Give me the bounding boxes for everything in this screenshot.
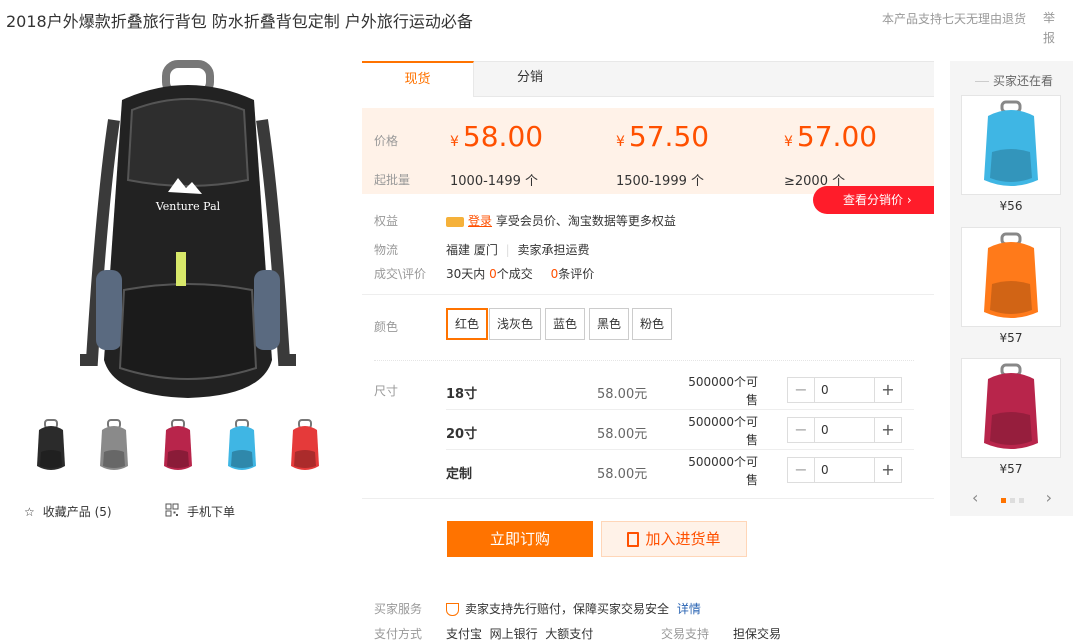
- service-detail-link[interactable]: 详情: [677, 602, 701, 616]
- chevron-right-icon[interactable]: ›: [1046, 488, 1052, 507]
- tier-price-1: ¥58.00: [450, 120, 544, 153]
- color-option-black[interactable]: 黑色: [589, 308, 630, 340]
- divider: [446, 409, 914, 410]
- size-price: 58.00元: [597, 387, 648, 402]
- quantity-stepper: − 0 +: [787, 417, 902, 443]
- return-policy-note: 本产品支持七天无理由退货: [882, 12, 1027, 26]
- tier-price-3: ¥57.00: [784, 120, 878, 153]
- divider: [362, 498, 934, 499]
- favorite-label: 收藏产品 (5): [42, 505, 112, 519]
- size-name: 18寸: [446, 387, 478, 402]
- recommended-product-price: ¥57: [999, 462, 1023, 476]
- divider: [374, 360, 914, 361]
- product-title: 2018户外爆款折叠旅行背包 防水折叠背包定制 户外旅行运动必备: [6, 12, 473, 31]
- recommended-product-image[interactable]: [961, 227, 1061, 327]
- color-option-blue[interactable]: 蓝色: [545, 308, 586, 340]
- logistics-value: 福建 厦门 | 卖家承担运费: [446, 243, 590, 257]
- price-panel: 价格 起批量 ¥58.00 ¥57.50 ¥57.00 1000-1499 个 …: [362, 108, 934, 194]
- tier-range-1: 1000-1499 个: [450, 174, 538, 189]
- divider: [362, 294, 934, 295]
- recommended-product-image[interactable]: [961, 358, 1061, 458]
- rights-label: 权益: [374, 214, 399, 228]
- view-distribution-price-button[interactable]: 查看分销价 ›: [813, 186, 934, 214]
- thumbnail-image[interactable]: [285, 418, 325, 474]
- brand-logo-text: Venture Pal: [155, 200, 221, 213]
- size-stock: 500000个可售: [688, 455, 758, 487]
- increment-button[interactable]: +: [875, 418, 901, 442]
- rights-value: 登录 享受会员价、淘宝数据等更多权益: [446, 212, 676, 229]
- buyer-service-value: 卖家支持先行赔付，保障买家交易安全 详情: [446, 600, 701, 617]
- size-price: 58.00元: [597, 467, 648, 482]
- deals-label: 成交\评价: [374, 267, 427, 281]
- price-label: 价格: [374, 134, 399, 148]
- pager-dot-active[interactable]: [1000, 498, 1006, 503]
- size-name: 定制: [446, 467, 473, 482]
- login-link[interactable]: 登录: [468, 214, 492, 228]
- decrement-button[interactable]: −: [788, 418, 814, 442]
- decrement-button[interactable]: −: [788, 378, 814, 402]
- decrement-button[interactable]: −: [788, 458, 814, 482]
- size-stock: 500000个可售: [688, 375, 758, 407]
- payment-label: 支付方式: [374, 627, 423, 641]
- mobile-order-button[interactable]: 手机下单: [165, 503, 235, 520]
- tab-distribution[interactable]: 分销: [474, 61, 586, 97]
- pager-dot[interactable]: [1018, 498, 1024, 503]
- logistics-origin: 福建 厦门: [446, 243, 498, 257]
- thumbnail-image[interactable]: [158, 418, 198, 474]
- pager-dot[interactable]: [1009, 498, 1015, 503]
- clipboard-icon: [627, 532, 640, 547]
- chevron-left-icon[interactable]: ‹: [972, 488, 978, 507]
- quantity-input[interactable]: 0: [814, 418, 875, 442]
- thumbnail-image[interactable]: [94, 418, 134, 474]
- quantity-stepper: − 0 +: [787, 457, 902, 483]
- quantity-input[interactable]: 0: [814, 378, 875, 402]
- color-option-pink[interactable]: 粉色: [632, 308, 673, 340]
- size-stock: 500000个可售: [688, 415, 758, 447]
- size-label: 尺寸: [374, 384, 399, 398]
- tab-spot[interactable]: 现货: [362, 61, 474, 97]
- add-to-purchase-list-button[interactable]: 加入进货单: [601, 521, 747, 557]
- tier-range-2: 1500-1999 个: [616, 174, 704, 189]
- deals-value: 30天内 0个成交 0条评价: [446, 267, 595, 281]
- sidebar-pager: ‹ ›: [972, 488, 1052, 507]
- color-option-red[interactable]: 红色: [446, 308, 489, 340]
- divider: [446, 449, 914, 450]
- offer-tabs: 现货 分销: [362, 61, 934, 97]
- logistics-freight: 卖家承担运费: [517, 243, 590, 257]
- mobile-order-label: 手机下单: [187, 505, 236, 519]
- trade-support-label: 交易支持: [661, 627, 710, 641]
- main-product-image[interactable]: Venture Pal: [62, 60, 314, 402]
- size-name: 20寸: [446, 427, 478, 442]
- quantity-input[interactable]: 0: [814, 458, 875, 482]
- moq-label: 起批量: [374, 173, 411, 187]
- recommended-product-image[interactable]: [961, 95, 1061, 195]
- quantity-stepper: − 0 +: [787, 377, 902, 403]
- star-icon: ☆: [24, 504, 35, 519]
- thumbnail-image[interactable]: [31, 418, 71, 474]
- report-link[interactable]: 举报: [1043, 8, 1059, 48]
- shield-icon: [446, 603, 459, 616]
- trade-support-value: 担保交易: [733, 627, 782, 641]
- vip-badge-icon: [446, 216, 464, 227]
- tier-price-2: ¥57.50: [616, 120, 710, 153]
- favorite-button[interactable]: ☆ 收藏产品 (5): [24, 503, 112, 520]
- size-price: 58.00元: [597, 427, 648, 442]
- recommended-product-price: ¥57: [999, 331, 1023, 345]
- thumbnail-image[interactable]: [222, 418, 262, 474]
- increment-button[interactable]: +: [875, 458, 901, 482]
- recommended-product-price: ¥56: [999, 199, 1023, 213]
- buyer-service-label: 买家服务: [374, 602, 423, 616]
- logistics-label: 物流: [374, 243, 399, 257]
- qr-code-icon: [165, 503, 179, 520]
- increment-button[interactable]: +: [875, 378, 901, 402]
- payment-methods: 支付宝 网上银行 大额支付: [446, 627, 594, 641]
- color-label: 颜色: [374, 320, 399, 334]
- buy-now-button[interactable]: 立即订购: [447, 521, 593, 557]
- color-option-lightgray[interactable]: 浅灰色: [489, 308, 542, 340]
